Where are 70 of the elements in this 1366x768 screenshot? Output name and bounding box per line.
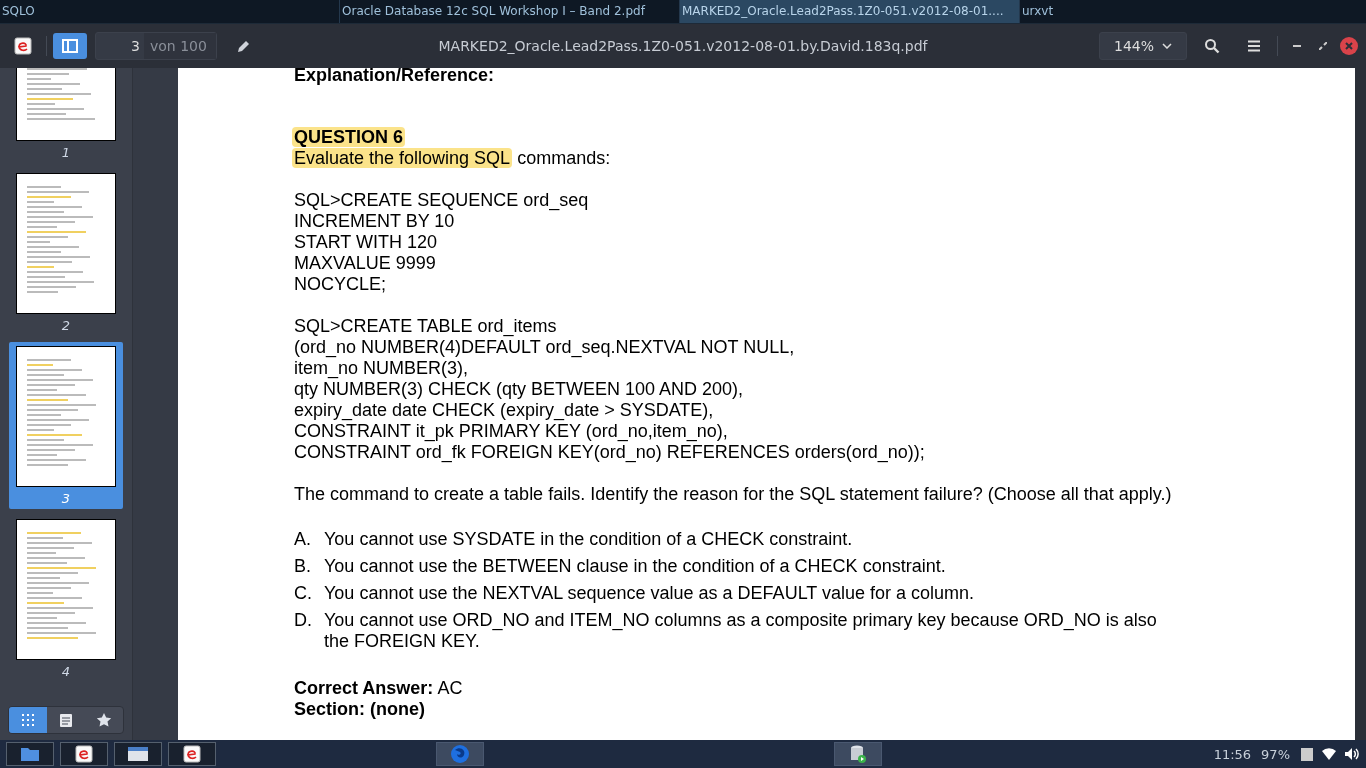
code-line: INCREMENT BY 10 [294, 211, 455, 231]
battery-level: 97% [1261, 746, 1290, 762]
taskbar-app[interactable] [114, 742, 162, 766]
page-thumbnail-item[interactable]: 4 [9, 515, 123, 682]
option-text: You cannot use the NEXTVAL sequence value as a DEFAULT value for a column. [324, 583, 976, 604]
code-line: (ord_no NUMBER(4)DEFAULT ord_seq.NEXTVAL NOT NULL, [294, 337, 795, 357]
window-icon [127, 746, 149, 762]
window-tab[interactable]: MARKED2_Oracle.Lead2Pass.1Z0-051.v2012-08-01.... [680, 0, 1020, 23]
minimize-icon [1293, 45, 1301, 47]
zoom-dropdown[interactable]: 144% [1099, 32, 1187, 60]
prompt-highlighted: Evaluate the following SQL [292, 148, 513, 168]
search-icon [1204, 38, 1220, 54]
option-letter: A. [294, 529, 312, 550]
page-label: 4 [61, 664, 71, 679]
viewer-icon[interactable] [75, 745, 93, 763]
option-text: You cannot use SYSDATE in the condition of a CHECK constraint. [324, 529, 854, 550]
option-letter: D. [294, 610, 313, 632]
viewer-logo-icon[interactable] [14, 37, 32, 55]
folder-icon [20, 746, 40, 762]
window-tab[interactable]: urxvt [1020, 0, 1366, 23]
document-title: MARKED2_Oracle.Lead2Pass.1Z0-051.v2012-08-01.by.David.183q.pdf [438, 38, 928, 54]
question-text: The command to create a table fails. Identify the reason for the SQL statement failure? (Choose all that apply.) [294, 484, 1173, 505]
prompt-text: commands: [517, 148, 611, 168]
page-thumbnail-item[interactable]: 2 [9, 169, 123, 336]
correct-answer: Correct Answer: AC [294, 678, 463, 698]
menu-icon [1247, 40, 1261, 52]
page-thumbnail-item[interactable]: 1 [9, 68, 123, 163]
option-letter: C. [294, 583, 313, 604]
option-text: You cannot use the BETWEEN clause in the condition of a CHECK constraint. [324, 556, 947, 577]
window-tab[interactable]: SQLO [0, 0, 340, 23]
code-line: CONSTRAINT ord_fk FOREIGN KEY(ord_no) REFERENCES orders(ord_no)); [294, 442, 925, 462]
section-heading: Explanation/Reference: [294, 68, 495, 85]
taskbar-app[interactable] [834, 742, 882, 766]
code-line: SQL>CREATE SEQUENCE ord_seq [294, 190, 589, 210]
taskbar-app[interactable] [168, 742, 216, 766]
pencil-icon [237, 39, 251, 53]
page-label: 3 [61, 491, 71, 506]
clipboard-icon [1300, 746, 1314, 762]
code-line: CONSTRAINT it_pk PRIMARY KEY (ord_no,item_no), [294, 421, 728, 441]
option-text: You cannot use ORD_NO and ITEM_NO columns as a composite primary key because ORD_NO is also the FOREIGN KEY. [324, 610, 1158, 652]
page-label: 1 [61, 145, 71, 160]
code-line: SQL>CREATE TABLE ord_items [294, 316, 557, 336]
code-line: expiry_date date CHECK (expiry_date > SYSDATE), [294, 400, 714, 420]
chevron-icon [1162, 43, 1172, 49]
page-label: 2 [61, 318, 71, 333]
option-letter: B. [294, 556, 312, 577]
browser-icon [450, 744, 470, 764]
sidebar-mode-button[interactable] [9, 707, 47, 733]
star-icon [96, 712, 112, 728]
code-line: NOCYCLE; [294, 274, 387, 294]
sidebar-icon [62, 39, 78, 53]
code-line: MAXVALUE 9999 [294, 253, 436, 273]
restore-icon [1319, 42, 1327, 50]
page-total: von 100 [144, 33, 216, 59]
taskbar-app[interactable] [60, 742, 108, 766]
close-icon [1340, 37, 1358, 55]
section-label: Section: (none) [294, 699, 425, 719]
code-line: item_no NUMBER(3), [294, 358, 469, 378]
database-icon [849, 744, 867, 764]
question-title: QUESTION 6 [292, 127, 406, 147]
sidebar-toggle-button[interactable] [53, 33, 87, 59]
clock: 11:56 [1213, 746, 1252, 762]
code-line: START WITH 120 [294, 232, 438, 252]
grid-icon [21, 713, 35, 727]
page-number-field[interactable]: 3 von 100 [95, 32, 217, 60]
notepad-icon [59, 712, 73, 728]
wifi-icon [1322, 748, 1336, 760]
viewer-icon[interactable] [183, 745, 201, 763]
code-line: qty NUMBER(3) CHECK (qty BETWEEN 100 AND 200), [294, 379, 744, 399]
volume-icon [1344, 747, 1360, 761]
